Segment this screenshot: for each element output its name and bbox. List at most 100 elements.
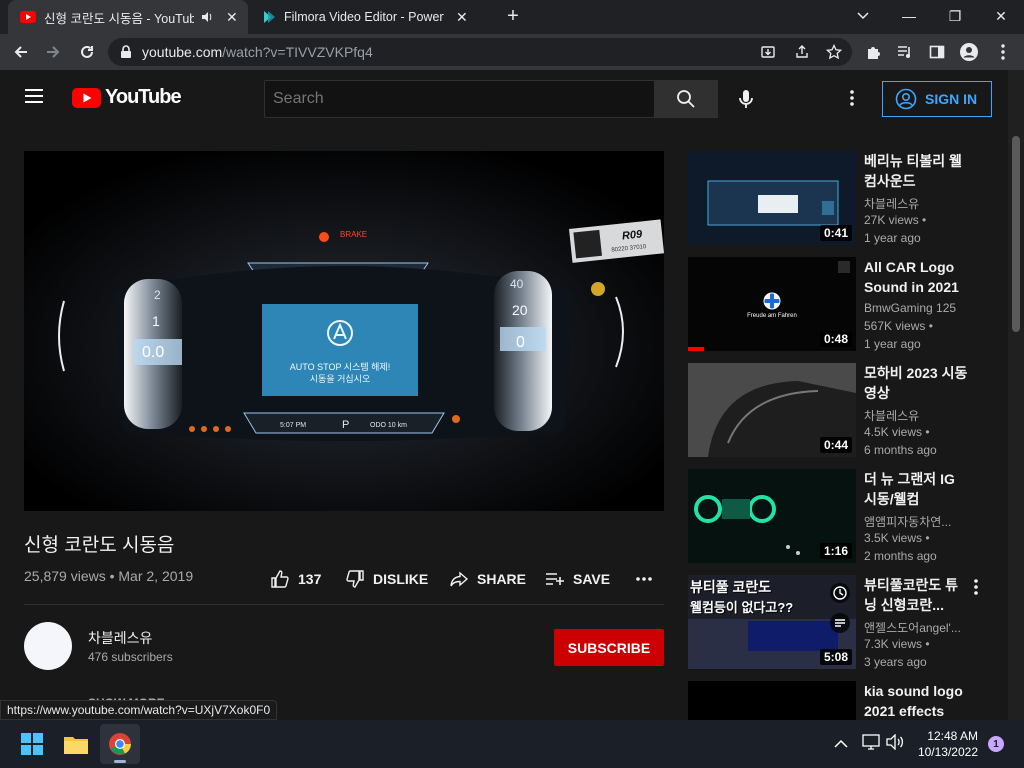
youtube-favicon-icon <box>20 11 36 23</box>
recommendation-title[interactable]: 뷰티풀코란도 튜닝 신형코란... <box>864 575 968 615</box>
hamburger-menu-button[interactable] <box>24 88 44 109</box>
address-bar[interactable]: youtube.com/watch?v=TIVVZVKPfq4 <box>108 38 852 66</box>
close-tab-icon[interactable]: ✕ <box>456 9 468 26</box>
kebab-menu-icon <box>1001 44 1005 60</box>
profile-button[interactable] <box>954 37 984 67</box>
lock-icon[interactable] <box>120 45 132 59</box>
reload-button[interactable] <box>72 37 102 67</box>
recommendation-channel[interactable]: 차블레스유 <box>864 407 964 424</box>
system-clock[interactable]: 12:48 AM 10/13/2022 <box>912 728 978 760</box>
thumbs-down-icon <box>346 570 364 588</box>
network-button[interactable] <box>862 734 880 755</box>
sign-in-button[interactable]: SIGN IN <box>882 81 992 117</box>
video-duration: 0:48 <box>819 331 852 347</box>
folder-icon <box>64 737 88 754</box>
settings-menu-button[interactable] <box>850 90 854 111</box>
recommendation-menu-button[interactable] <box>974 579 978 600</box>
microphone-icon <box>739 90 753 108</box>
new-tab-button[interactable]: + <box>490 0 536 32</box>
recommendation-channel[interactable]: 차블레스유 <box>864 195 964 212</box>
side-panel-button[interactable] <box>922 37 952 67</box>
playlist-music-icon <box>898 46 910 58</box>
extensions-button[interactable] <box>858 37 888 67</box>
recommendation-item[interactable]: 0:41 베리뉴 티볼리 웰컴사운드 차블레스유 27K views • 1 y… <box>688 151 1008 247</box>
tab-filmora[interactable]: Filmora Video Editor - Powerful V ✕ <box>252 0 488 34</box>
close-tab-icon[interactable]: ✕ <box>226 9 238 26</box>
minimize-button[interactable]: — <box>886 0 932 32</box>
recommendation-views: 27K views • <box>864 213 927 227</box>
install-app-icon[interactable] <box>760 44 776 60</box>
search-box[interactable] <box>264 80 655 118</box>
tab-search-icon[interactable] <box>840 0 886 32</box>
scrollbar-thumb[interactable] <box>1012 136 1020 332</box>
recommendation-item[interactable]: 뷰티풀 코란도 웰컴등이 없다고?? 5:08 뷰티풀코란도 튜닝 신형코란..… <box>688 575 1008 671</box>
search-button[interactable] <box>654 80 718 118</box>
url-text: youtube.com/watch?v=TIVVZVKPfq4 <box>142 44 373 60</box>
video-thumbnail[interactable]: 1:16 <box>688 469 856 563</box>
restore-button[interactable]: ❐ <box>932 0 978 32</box>
bookmark-star-icon[interactable] <box>826 44 842 60</box>
back-button[interactable] <box>6 37 36 67</box>
dislike-button[interactable]: DISLIKE <box>345 568 428 590</box>
add-to-queue-button[interactable] <box>830 613 850 633</box>
subscribe-button[interactable]: SUBSCRIBE <box>554 629 664 666</box>
fuel-indicator-icon <box>591 282 605 296</box>
show-hidden-icons-button[interactable] <box>834 736 848 754</box>
close-window-button[interactable]: ✕ <box>978 0 1024 32</box>
recommendation-title[interactable]: 더 뉴 그랜저 IG 시동/웰컴 <box>864 469 968 509</box>
video-thumbnail[interactable]: 뷰티풀 코란도 웰컴등이 없다고?? 5:08 <box>688 575 856 669</box>
share-button[interactable]: SHARE <box>449 568 526 590</box>
volume-button[interactable] <box>886 733 904 755</box>
status-bar-url: https://www.youtube.com/watch?v=UXjV7Xok… <box>0 700 278 720</box>
video-duration: 0:41 <box>819 225 852 241</box>
recommendation-age: 2 months ago <box>864 549 937 563</box>
share-icon[interactable] <box>794 44 810 60</box>
recommendation-title[interactable]: All CAR Logo Sound in 2021 <box>864 257 968 297</box>
recommendation-item[interactable]: Freude am Fahren 0:48 All CAR Logo Sound… <box>688 257 1008 353</box>
video-thumbnail[interactable]: 0:44 <box>688 363 856 457</box>
recommendation-channel[interactable]: 앤젤스도어angel'... <box>864 619 964 636</box>
audio-playing-icon[interactable] <box>200 10 214 24</box>
video-thumbnail[interactable]: Freude am Fahren 0:48 <box>688 257 856 351</box>
thumbs-up-icon <box>271 570 289 588</box>
media-control-button[interactable] <box>890 37 920 67</box>
start-button[interactable] <box>12 724 52 764</box>
recommendation-item[interactable]: 1:16 더 뉴 그랜저 IG 시동/웰컴 앰앰피자동차연... 3.5K vi… <box>688 469 1008 565</box>
reload-icon <box>81 45 93 58</box>
forward-button[interactable] <box>38 37 68 67</box>
recommendation-title[interactable]: 베리뉴 티볼리 웰컴사운드 <box>864 151 968 191</box>
voice-search-button[interactable] <box>734 84 758 114</box>
chevron-up-icon <box>834 739 848 748</box>
recommendation-channel[interactable]: BmwGaming 125 <box>864 301 964 315</box>
browser-tab-strip: 신형 코란도 시동음 - YouTub ✕ Filmora Video Edit… <box>0 0 1024 34</box>
watch-later-button[interactable] <box>830 583 850 603</box>
file-explorer-button[interactable] <box>56 724 96 764</box>
account-circle-icon <box>895 88 917 110</box>
youtube-header: YouTube SIGN IN <box>0 70 1008 126</box>
video-duration: 0:44 <box>819 437 852 453</box>
recommendation-item[interactable]: 0:44 모하비 2023 시동영상 차블레스유 4.5K views • 6 … <box>688 363 1008 459</box>
youtube-logo[interactable]: YouTube <box>72 86 182 109</box>
browser-menu-button[interactable] <box>988 37 1018 67</box>
chrome-taskbar-button[interactable] <box>100 724 140 764</box>
video-player[interactable]: BRAKE R09 80220 37010 2 1 0.0 40 20 0 AU… <box>24 151 664 511</box>
recommendation-title[interactable]: 모하비 2023 시동영상 <box>864 363 968 403</box>
left-gauge-mid: 1 <box>152 313 160 329</box>
channel-name[interactable]: 차블레스유 <box>88 628 152 648</box>
recommendation-title[interactable]: kia sound logo 2021 effects <box>864 681 968 720</box>
notification-badge[interactable]: 1 <box>988 736 1004 752</box>
tab-youtube[interactable]: 신형 코란도 시동음 - YouTub ✕ <box>8 0 248 34</box>
channel-avatar[interactable] <box>24 622 72 670</box>
video-thumbnail[interactable]: 0:41 <box>688 151 856 245</box>
search-input[interactable] <box>265 81 654 117</box>
network-monitor-icon <box>862 734 880 750</box>
like-button[interactable]: 137 <box>270 568 321 590</box>
recommendation-item[interactable]: kia sound logo 2021 effects <box>688 681 1008 720</box>
recommendation-channel[interactable]: 앰앰피자동차연... <box>864 513 964 530</box>
more-actions-button[interactable] <box>636 568 652 590</box>
save-button[interactable]: SAVE <box>545 568 610 590</box>
youtube-play-logo-icon <box>72 87 101 108</box>
left-gauge-top: 2 <box>154 288 161 302</box>
page-scrollbar[interactable] <box>1008 70 1024 720</box>
video-thumbnail[interactable] <box>688 681 856 720</box>
